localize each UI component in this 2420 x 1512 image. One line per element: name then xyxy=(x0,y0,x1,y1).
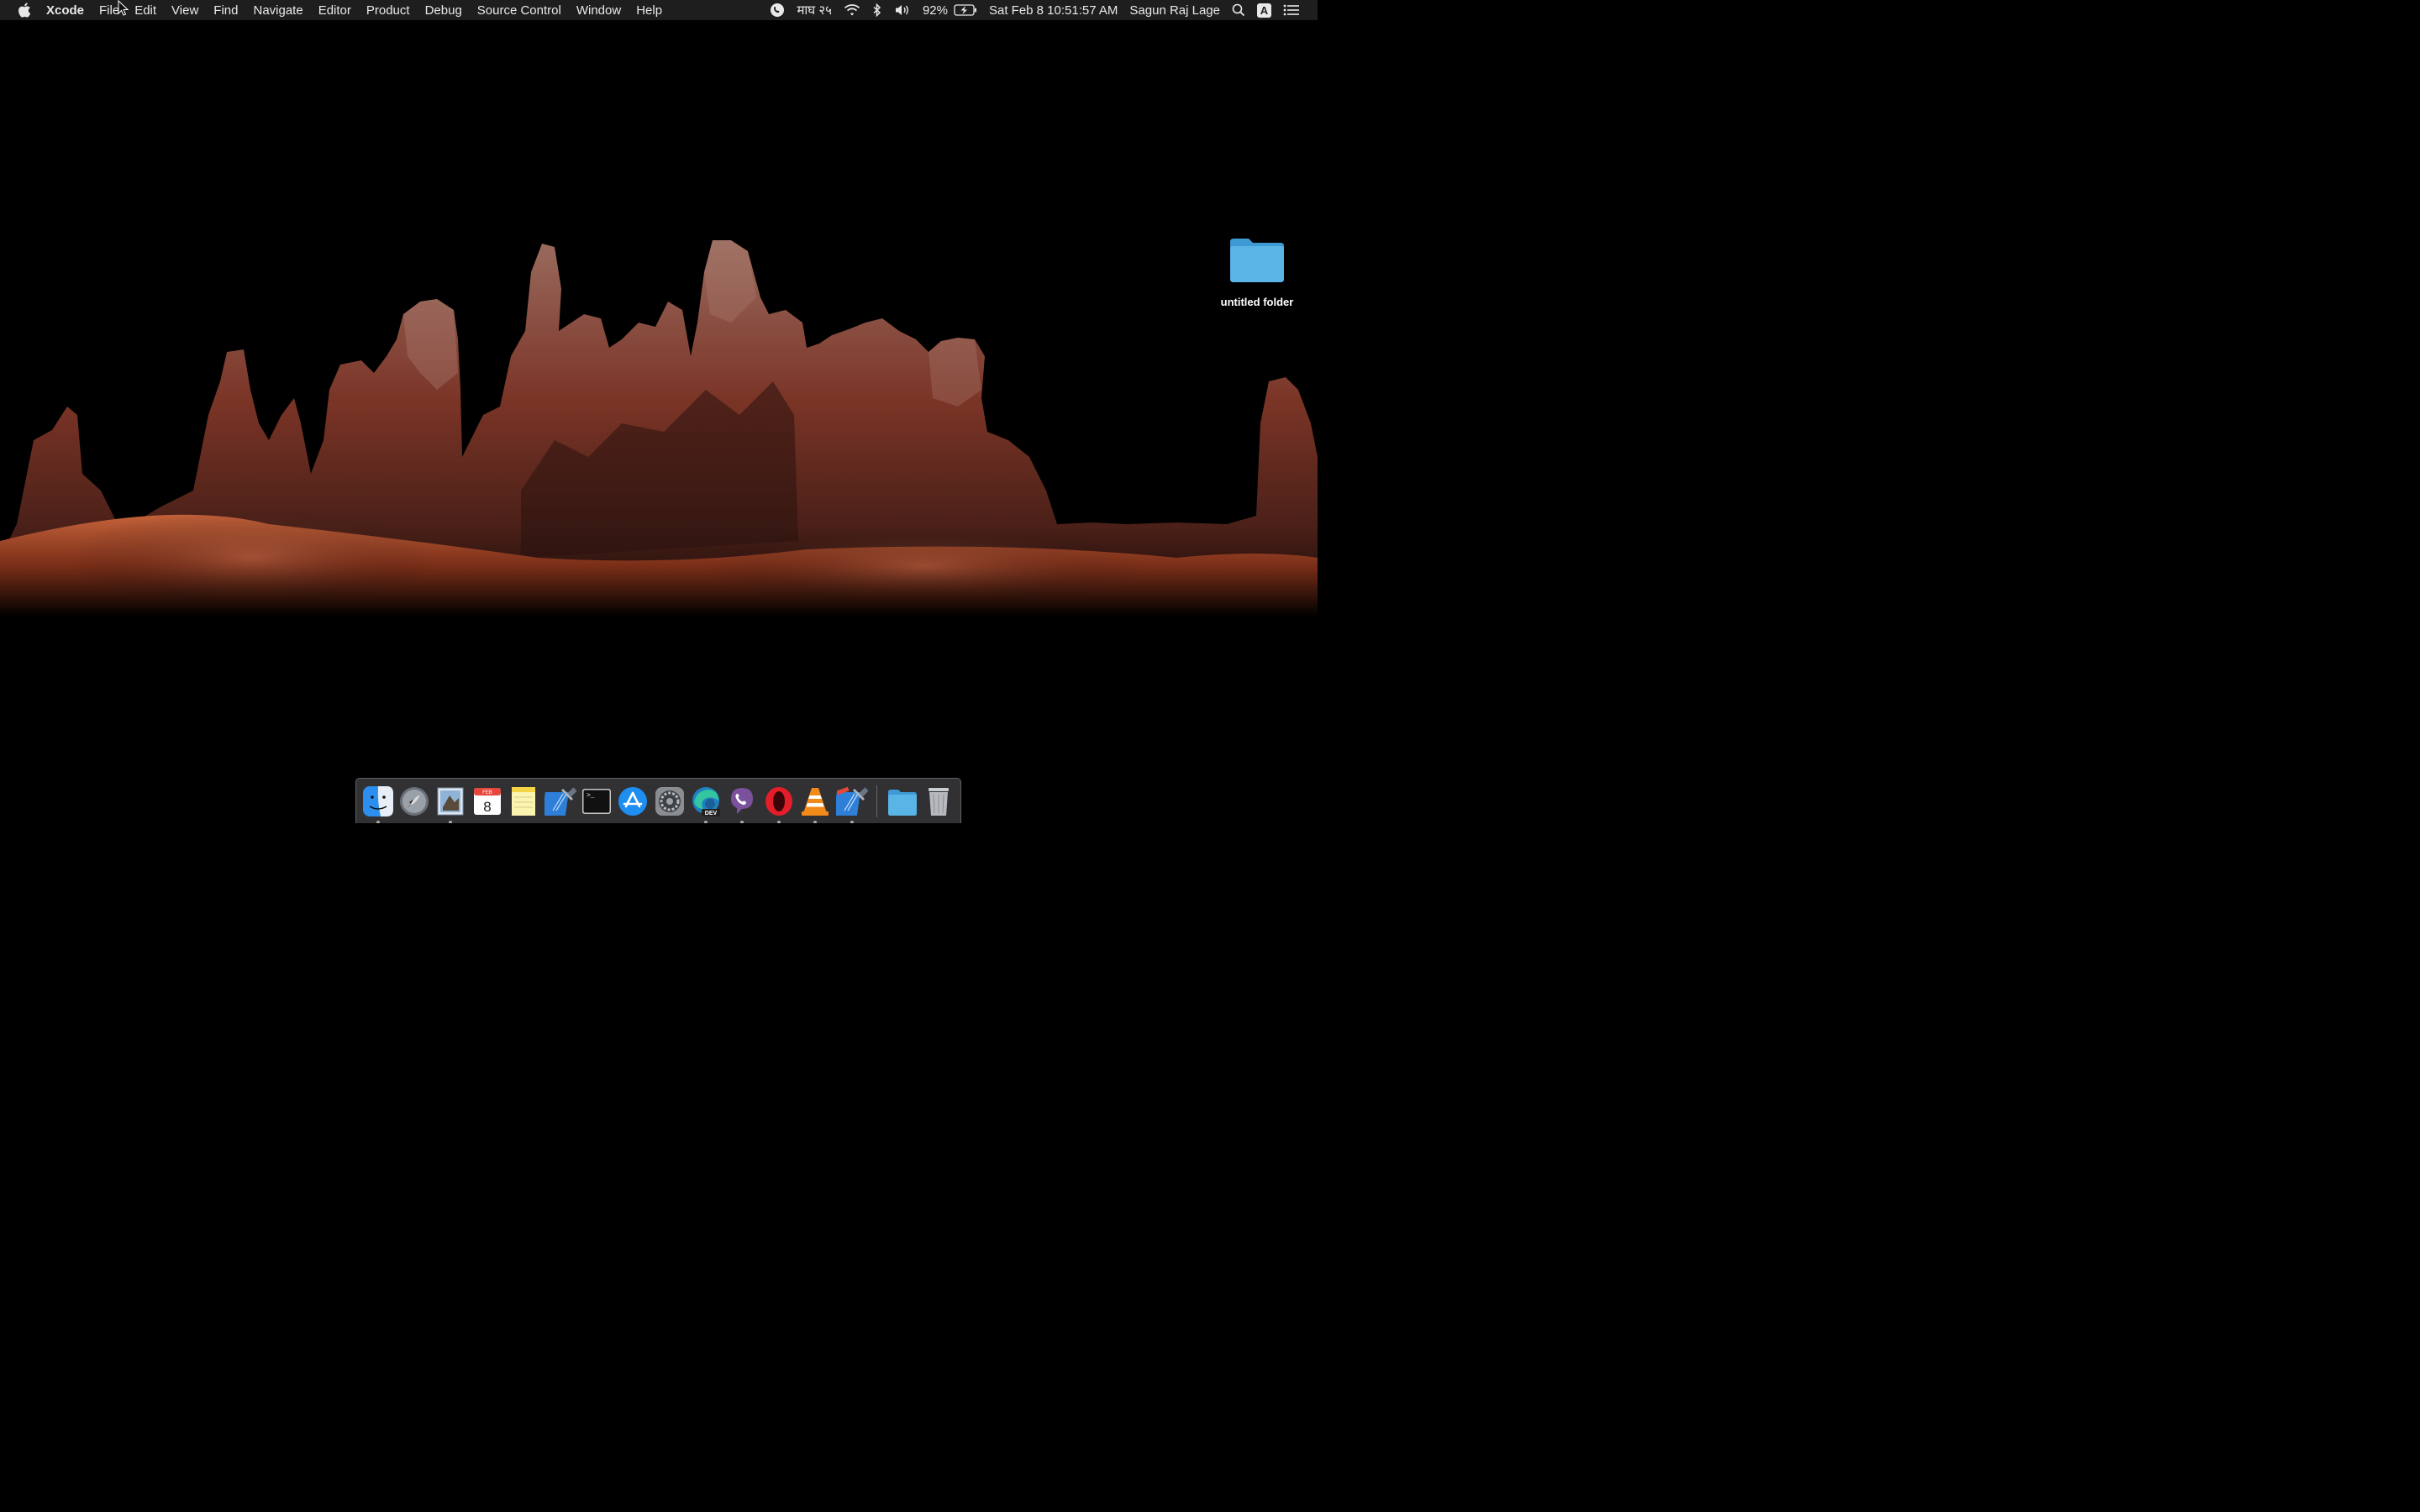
menu-source-control[interactable]: Source Control xyxy=(470,0,569,20)
running-indicator xyxy=(776,820,781,823)
folder-icon xyxy=(1230,239,1284,282)
downloads-folder-icon xyxy=(887,789,917,816)
dock-launchpad[interactable] xyxy=(397,785,430,818)
desktop-folder[interactable]: untitled folder xyxy=(1210,237,1304,308)
dock-vlc[interactable] xyxy=(799,785,832,823)
running-indicator xyxy=(740,820,744,823)
nepali-date[interactable]: माघ २५ xyxy=(791,0,838,20)
desktop[interactable]: Xcode File Edit View Find Navigate Edito… xyxy=(0,0,1318,823)
input-source-icon[interactable]: A xyxy=(1251,0,1277,20)
menu-help[interactable]: Help xyxy=(629,0,670,20)
dock-xcode-beta[interactable] xyxy=(835,785,868,823)
dock-xcode[interactable] xyxy=(544,785,576,818)
xcode-icon xyxy=(544,786,576,816)
running-indicator xyxy=(449,820,453,823)
mail-icon xyxy=(437,787,464,815)
mouse-cursor-icon xyxy=(118,0,129,16)
edge-dev-icon: DEV xyxy=(692,786,721,816)
terminal-icon: >_ xyxy=(581,788,611,814)
opera-icon xyxy=(765,786,792,816)
apple-logo-icon[interactable] xyxy=(17,3,32,18)
dock: FEB 8 >_ DEV xyxy=(355,778,961,823)
menu-bar: Xcode File Edit View Find Navigate Edito… xyxy=(0,0,1318,20)
dock-trash[interactable] xyxy=(923,785,955,818)
menu-navigate[interactable]: Navigate xyxy=(245,0,310,20)
notification-center-icon[interactable] xyxy=(1277,0,1306,20)
input-source-label: A xyxy=(1257,3,1271,18)
edge-dev-badge: DEV xyxy=(705,811,718,816)
dock-viber[interactable] xyxy=(726,785,759,823)
menu-product[interactable]: Product xyxy=(359,0,418,20)
xcode-beta-icon xyxy=(835,786,868,816)
running-indicator xyxy=(850,820,854,823)
dock-mail[interactable] xyxy=(434,785,467,823)
trash-icon xyxy=(929,787,950,816)
folder-label: untitled folder xyxy=(1220,296,1294,308)
menu-view[interactable]: View xyxy=(164,0,206,20)
dock-system-preferences[interactable] xyxy=(653,785,686,818)
dock-app-store[interactable] xyxy=(617,785,650,818)
menu-find[interactable]: Find xyxy=(206,0,245,20)
vlc-icon xyxy=(802,787,829,816)
dock-calendar[interactable]: FEB 8 xyxy=(471,785,503,818)
dock-edge-dev[interactable]: DEV xyxy=(689,785,722,823)
running-indicator xyxy=(813,820,818,823)
app-store-icon xyxy=(618,786,648,816)
menu-edit[interactable]: Edit xyxy=(127,0,164,20)
battery-charging-icon[interactable] xyxy=(954,0,983,20)
viber-icon xyxy=(731,787,754,814)
notes-icon xyxy=(512,786,536,816)
volume-icon[interactable] xyxy=(888,0,917,20)
running-indicator xyxy=(704,820,708,823)
bluetooth-icon[interactable] xyxy=(866,0,888,20)
menu-debug[interactable]: Debug xyxy=(418,0,470,20)
clock[interactable]: Sat Feb 8 10:51:57 AM xyxy=(983,0,1123,20)
wifi-icon[interactable] xyxy=(838,0,866,20)
menu-window[interactable]: Window xyxy=(569,0,629,20)
menu-app-name[interactable]: Xcode xyxy=(39,0,92,20)
spotlight-search-icon[interactable] xyxy=(1226,0,1251,20)
dock-opera[interactable] xyxy=(762,785,795,823)
calendar-month: FEB xyxy=(482,790,492,795)
finder-icon xyxy=(362,785,393,816)
battery-percent[interactable]: 92% xyxy=(917,0,954,20)
dock-downloads-folder[interactable] xyxy=(886,785,918,818)
dock-separator xyxy=(876,785,878,817)
menu-editor[interactable]: Editor xyxy=(311,0,359,20)
user-name[interactable]: Sagun Raj Lage xyxy=(1123,0,1226,20)
calendar-icon: FEB 8 xyxy=(473,787,501,815)
viber-status-icon[interactable] xyxy=(764,0,791,20)
running-indicator xyxy=(376,820,380,823)
dock-finder[interactable] xyxy=(361,785,394,823)
wallpaper-image xyxy=(0,20,1318,823)
svg-text:>_: >_ xyxy=(587,792,595,800)
dock-notes[interactable] xyxy=(508,785,540,818)
system-preferences-icon xyxy=(655,786,684,816)
launchpad-icon xyxy=(400,786,429,816)
dock-terminal[interactable]: >_ xyxy=(580,785,613,818)
calendar-day: 8 xyxy=(483,799,491,815)
